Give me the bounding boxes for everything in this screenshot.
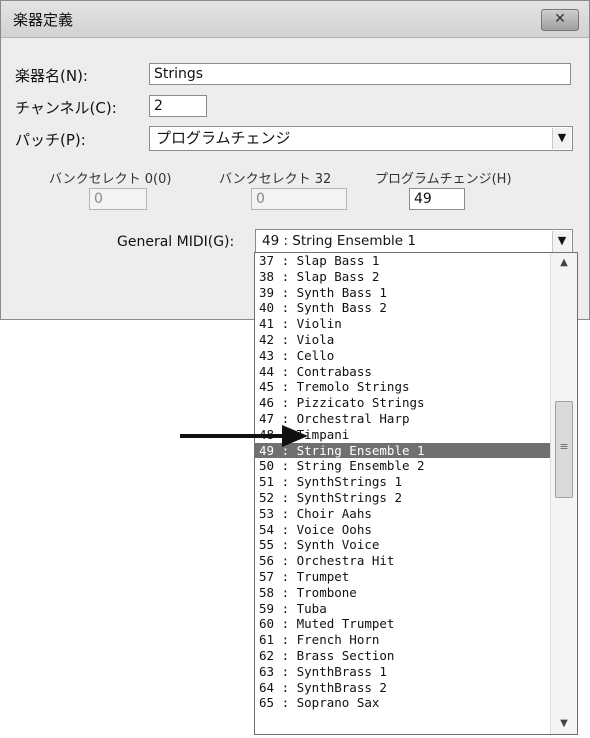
bank-select-32-input: 0 <box>251 188 347 210</box>
general-midi-dropdown-list[interactable]: 37 : Slap Bass 1 38 : Slap Bass 2 39 : Syn… <box>254 252 578 735</box>
window-title: 楽器定義 <box>13 11 74 29</box>
list-item[interactable]: 60 : Muted Trumpet <box>255 616 551 632</box>
patch-select[interactable]: プログラムチェンジ ▼ <box>149 126 573 151</box>
list-item[interactable]: 54 : Voice Oohs <box>255 522 551 538</box>
list-item[interactable]: 52 : SynthStrings 2 <box>255 490 551 506</box>
program-change-label: プログラムチェンジ(H) <box>375 172 512 187</box>
channel-input[interactable]: 2 <box>149 95 207 117</box>
list-item[interactable]: 50 : String Ensemble 2 <box>255 458 551 474</box>
dropdown-scrollbar[interactable]: ▲ ≡ ▼ <box>550 253 577 734</box>
list-item[interactable]: 39 : Synth Bass 1 <box>255 285 551 301</box>
list-item[interactable]: 64 : SynthBrass 2 <box>255 680 551 696</box>
instrument-name-input[interactable]: Strings <box>149 63 571 85</box>
list-item[interactable]: 53 : Choir Aahs <box>255 506 551 522</box>
list-item[interactable]: 43 : Cello <box>255 348 551 364</box>
list-item[interactable]: 46 : Pizzicato Strings <box>255 395 551 411</box>
bank-select-0-label: バンクセレクト 0(0) <box>49 172 172 187</box>
program-change-input[interactable]: 49 <box>409 188 465 210</box>
general-midi-select-value: 49 : String Ensemble 1 <box>262 233 416 249</box>
list-item[interactable]: 37 : Slap Bass 1 <box>255 253 551 269</box>
pointer-arrow-shaft <box>180 434 284 438</box>
bank-select-0-input: 0 <box>89 188 147 210</box>
list-item[interactable]: 41 : Violin <box>255 316 551 332</box>
list-item[interactable]: 58 : Trombone <box>255 585 551 601</box>
list-item[interactable]: 65 : Soprano Sax <box>255 695 551 711</box>
bank-select-32-label: バンクセレクト 32 <box>219 172 332 187</box>
patch-select-value: プログラムチェンジ <box>156 129 291 147</box>
list-item[interactable]: 55 : Synth Voice <box>255 537 551 553</box>
close-button[interactable]: ✕ <box>541 9 579 31</box>
scroll-up-icon[interactable]: ▲ <box>551 253 577 273</box>
list-item[interactable]: 51 : SynthStrings 1 <box>255 474 551 490</box>
list-item[interactable]: 57 : Trumpet <box>255 569 551 585</box>
instrument-name-label: 楽器名(N): <box>15 67 88 85</box>
list-item[interactable]: 62 : Brass Section <box>255 648 551 664</box>
list-item[interactable]: 40 : Synth Bass 2 <box>255 300 551 316</box>
list-item[interactable]: 44 : Contrabass <box>255 364 551 380</box>
list-item[interactable]: 56 : Orchestra Hit <box>255 553 551 569</box>
list-item[interactable]: 42 : Viola <box>255 332 551 348</box>
dropdown-items: 37 : Slap Bass 1 38 : Slap Bass 2 39 : Syn… <box>255 253 551 711</box>
general-midi-label: General MIDI(G): <box>117 234 235 250</box>
list-item[interactable]: 63 : SynthBrass 1 <box>255 664 551 680</box>
channel-label: チャンネル(C): <box>15 99 117 117</box>
pointer-arrow-icon <box>282 425 308 447</box>
chevron-down-icon[interactable]: ▼ <box>552 128 571 149</box>
list-item[interactable]: 45 : Tremolo Strings <box>255 379 551 395</box>
scroll-down-icon[interactable]: ▼ <box>551 714 577 734</box>
title-bar: 楽器定義 ✕ <box>1 1 589 38</box>
patch-label: パッチ(P): <box>15 131 86 149</box>
scroll-thumb[interactable]: ≡ <box>555 401 573 498</box>
general-midi-select[interactable]: 49 : String Ensemble 1 ▼ <box>255 229 573 254</box>
list-item[interactable]: 59 : Tuba <box>255 601 551 617</box>
chevron-down-icon[interactable]: ▼ <box>552 231 571 252</box>
grip-icon: ≡ <box>559 440 569 453</box>
list-item[interactable]: 38 : Slap Bass 2 <box>255 269 551 285</box>
list-item[interactable]: 61 : French Horn <box>255 632 551 648</box>
